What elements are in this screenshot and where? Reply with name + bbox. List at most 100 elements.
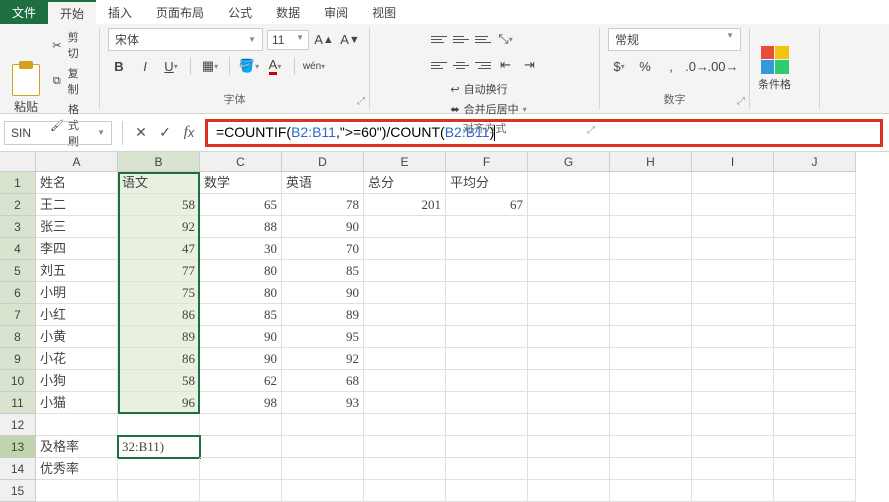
row-header-14[interactable]: 14 (0, 458, 36, 480)
cell-B14[interactable] (118, 458, 200, 480)
cell-F11[interactable] (446, 392, 528, 414)
cell-F10[interactable] (446, 370, 528, 392)
cell-E6[interactable] (364, 282, 446, 304)
cell-H12[interactable] (610, 414, 692, 436)
column-header-C[interactable]: C (200, 152, 282, 172)
cell-D4[interactable]: 70 (282, 238, 364, 260)
row-header-1[interactable]: 1 (0, 172, 36, 194)
cell-E7[interactable] (364, 304, 446, 326)
cell-H13[interactable] (610, 436, 692, 458)
cell-J14[interactable] (774, 458, 856, 480)
cell-D3[interactable]: 90 (282, 216, 364, 238)
align-top-button[interactable] (429, 30, 449, 48)
cell-F9[interactable] (446, 348, 528, 370)
column-header-D[interactable]: D (282, 152, 364, 172)
phonetic-button[interactable]: wén▾ (303, 55, 325, 77)
cell-G10[interactable] (528, 370, 610, 392)
cell-B1[interactable]: 语文 (118, 172, 200, 194)
cell-H9[interactable] (610, 348, 692, 370)
cell-H7[interactable] (610, 304, 692, 326)
cell-G4[interactable] (528, 238, 610, 260)
cell-E4[interactable] (364, 238, 446, 260)
cell-H8[interactable] (610, 326, 692, 348)
column-header-I[interactable]: I (692, 152, 774, 172)
cell-A13[interactable]: 及格率 (36, 436, 118, 458)
cell-D15[interactable] (282, 480, 364, 502)
cell-G13[interactable] (528, 436, 610, 458)
cell-I12[interactable] (692, 414, 774, 436)
cell-H14[interactable] (610, 458, 692, 480)
cell-J5[interactable] (774, 260, 856, 282)
cell-E5[interactable] (364, 260, 446, 282)
percent-button[interactable]: % (634, 55, 656, 77)
font-name-select[interactable]: 宋体▼ (108, 28, 263, 51)
wrap-text-button[interactable]: ↩自动换行 (449, 80, 527, 98)
cell-D5[interactable]: 85 (282, 260, 364, 282)
cell-D14[interactable] (282, 458, 364, 480)
cell-H3[interactable] (610, 216, 692, 238)
cell-I9[interactable] (692, 348, 774, 370)
cell-F8[interactable] (446, 326, 528, 348)
cell-D7[interactable]: 89 (282, 304, 364, 326)
cell-C1[interactable]: 数学 (200, 172, 282, 194)
cell-A15[interactable] (36, 480, 118, 502)
cell-A11[interactable]: 小猫 (36, 392, 118, 414)
cell-E11[interactable] (364, 392, 446, 414)
column-header-H[interactable]: H (610, 152, 692, 172)
column-header-A[interactable]: A (36, 152, 118, 172)
cell-E1[interactable]: 总分 (364, 172, 446, 194)
cell-F1[interactable]: 平均分 (446, 172, 528, 194)
cell-C9[interactable]: 90 (200, 348, 282, 370)
cell-G9[interactable] (528, 348, 610, 370)
row-header-6[interactable]: 6 (0, 282, 36, 304)
cell-G7[interactable] (528, 304, 610, 326)
column-header-E[interactable]: E (364, 152, 446, 172)
enter-formula-button[interactable]: ✓ (153, 121, 177, 145)
column-header-G[interactable]: G (528, 152, 610, 172)
cell-D9[interactable]: 92 (282, 348, 364, 370)
cell-H6[interactable] (610, 282, 692, 304)
cell-D13[interactable] (282, 436, 364, 458)
cell-J8[interactable] (774, 326, 856, 348)
align-middle-button[interactable] (451, 30, 471, 48)
cell-H10[interactable] (610, 370, 692, 392)
cell-D12[interactable] (282, 414, 364, 436)
cell-A6[interactable]: 小明 (36, 282, 118, 304)
row-header-7[interactable]: 7 (0, 304, 36, 326)
cell-F6[interactable] (446, 282, 528, 304)
cell-B15[interactable] (118, 480, 200, 502)
cell-C13[interactable] (200, 436, 282, 458)
cancel-formula-button[interactable]: ✕ (129, 121, 153, 145)
cell-J11[interactable] (774, 392, 856, 414)
font-color-button[interactable]: A▾ (264, 55, 286, 77)
cell-I15[interactable] (692, 480, 774, 502)
cell-J7[interactable] (774, 304, 856, 326)
cell-D1[interactable]: 英语 (282, 172, 364, 194)
tab-insert[interactable]: 插入 (96, 0, 144, 24)
cell-J13[interactable] (774, 436, 856, 458)
cell-D11[interactable]: 93 (282, 392, 364, 414)
cut-button[interactable]: ✂剪切 (48, 28, 91, 62)
cell-I1[interactable] (692, 172, 774, 194)
cell-B4[interactable]: 47 (118, 238, 200, 260)
cell-I2[interactable] (692, 194, 774, 216)
cell-C10[interactable]: 62 (200, 370, 282, 392)
cell-C12[interactable] (200, 414, 282, 436)
cell-E14[interactable] (364, 458, 446, 480)
cell-H5[interactable] (610, 260, 692, 282)
align-left-button[interactable] (429, 56, 449, 74)
cell-E12[interactable] (364, 414, 446, 436)
row-header-9[interactable]: 9 (0, 348, 36, 370)
cell-D6[interactable]: 90 (282, 282, 364, 304)
cell-J12[interactable] (774, 414, 856, 436)
fill-color-button[interactable]: 🪣▾ (238, 55, 260, 77)
cell-J6[interactable] (774, 282, 856, 304)
cell-H2[interactable] (610, 194, 692, 216)
cell-G14[interactable] (528, 458, 610, 480)
cell-G12[interactable] (528, 414, 610, 436)
cell-I11[interactable] (692, 392, 774, 414)
cell-I5[interactable] (692, 260, 774, 282)
cell-I4[interactable] (692, 238, 774, 260)
cell-H11[interactable] (610, 392, 692, 414)
cell-H15[interactable] (610, 480, 692, 502)
